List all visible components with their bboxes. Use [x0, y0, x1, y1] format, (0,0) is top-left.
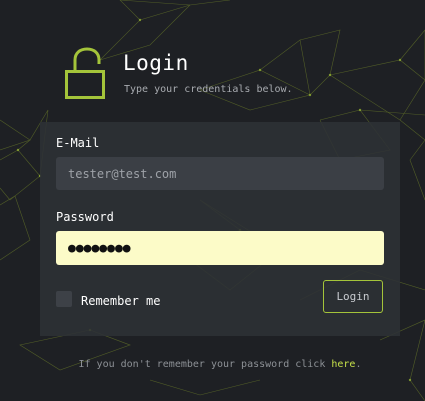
page-title: Login — [123, 51, 189, 75]
forgot-password-text: If you don't remember your password clic… — [0, 359, 425, 370]
forgot-password-suffix: . — [355, 359, 362, 370]
remember-me-checkbox[interactable] — [56, 291, 72, 307]
password-label: Password — [56, 210, 114, 224]
login-form-card: E-Mail Password ●●●●●●●● Remember me Log… — [40, 122, 400, 336]
forgot-password-prefix: If you don't remember your password clic… — [78, 359, 332, 370]
forgot-password-link[interactable]: here — [331, 359, 355, 370]
lock-open-icon — [65, 47, 105, 99]
password-field[interactable]: ●●●●●●●● — [56, 231, 384, 265]
email-field[interactable] — [56, 157, 384, 190]
page-subtitle: Type your credentials below. — [124, 84, 293, 95]
remember-me-label[interactable]: Remember me — [81, 294, 160, 308]
email-label: E-Mail — [56, 136, 100, 150]
login-button[interactable]: Login — [323, 280, 383, 313]
